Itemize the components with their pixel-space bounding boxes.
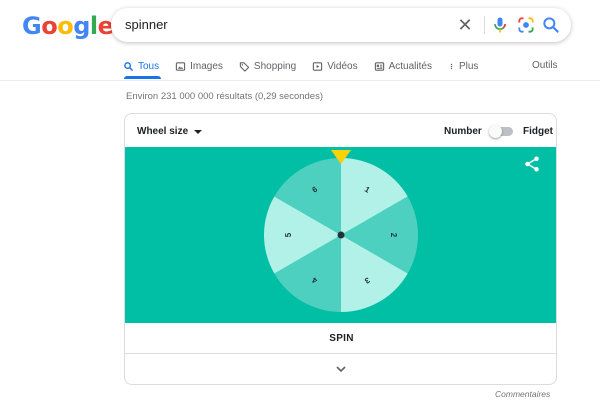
tab-more[interactable]: Plus (448, 59, 478, 73)
search-icon[interactable] (541, 15, 561, 35)
spinner-stage: 123456 (125, 147, 557, 323)
tab-label: Images (190, 60, 223, 72)
caret-down-icon (194, 129, 203, 134)
image-icon (175, 61, 186, 71)
fidget-mode-label: Fidget (523, 126, 553, 137)
spin-button[interactable]: SPIN (329, 333, 354, 344)
close-icon[interactable]: ✕ (455, 14, 475, 36)
share-icon[interactable] (523, 155, 541, 173)
header-divider (0, 80, 600, 81)
results-stats: Environ 231 000 000 résultats (0,29 seco… (126, 91, 323, 102)
wheel-segment-label: 2 (389, 233, 398, 238)
news-icon (374, 61, 384, 71)
google-logo[interactable]: Google (22, 12, 114, 40)
more-vert-icon (450, 63, 453, 69)
logo-letter: o (41, 12, 58, 40)
search-divider (484, 16, 485, 34)
feedback-link[interactable]: Commentaires (495, 389, 550, 399)
tab-label: Shopping (253, 60, 297, 72)
wheel-segment-label: 5 (284, 232, 293, 237)
tab-shopping[interactable]: Shopping (239, 59, 296, 73)
active-tab-indicator (124, 76, 161, 79)
search-tabs: Tous Images Shopping Vidéos Actualités P… (123, 59, 494, 79)
tab-label: Tous (138, 60, 160, 72)
expand-row[interactable] (125, 354, 556, 384)
wheel-size-label: Wheel size (137, 126, 189, 137)
toggle-thumb (489, 125, 502, 138)
tab-label: Vidéos (327, 60, 358, 72)
logo-letter: o (57, 12, 74, 40)
tag-icon (239, 61, 250, 72)
logo-letter: g (73, 12, 90, 40)
spinner-card: Wheel size Number Fidget 123456 SPIN (124, 113, 557, 385)
number-mode-label: Number (444, 126, 482, 137)
spinner-wheel[interactable]: 123456 (125, 147, 557, 323)
search-icon (124, 61, 134, 71)
tab-label: Actualités (388, 60, 432, 72)
tab-label: Plus (458, 60, 479, 72)
play-icon (313, 61, 323, 71)
spinner-controls: Wheel size Number Fidget (125, 114, 556, 147)
logo-letter: G (22, 12, 42, 40)
tab-all[interactable]: Tous (123, 59, 159, 73)
tools-button[interactable]: Outils (532, 60, 558, 71)
chevron-down-icon[interactable] (334, 364, 348, 374)
camera-lens-icon[interactable] (516, 15, 536, 35)
tab-news[interactable]: Actualités (374, 59, 432, 73)
search-box[interactable]: spinner ✕ (111, 8, 571, 42)
spin-row: SPIN (125, 323, 556, 354)
tab-images[interactable]: Images (175, 59, 223, 73)
wheel-size-dropdown[interactable]: Wheel size (137, 126, 203, 137)
mode-toggle[interactable] (489, 125, 513, 138)
search-input[interactable]: spinner (125, 17, 168, 32)
mic-icon[interactable] (490, 15, 510, 35)
tab-videos[interactable]: Vidéos (312, 59, 358, 73)
wheel-hub (337, 231, 345, 239)
logo-letter: l (89, 12, 98, 40)
